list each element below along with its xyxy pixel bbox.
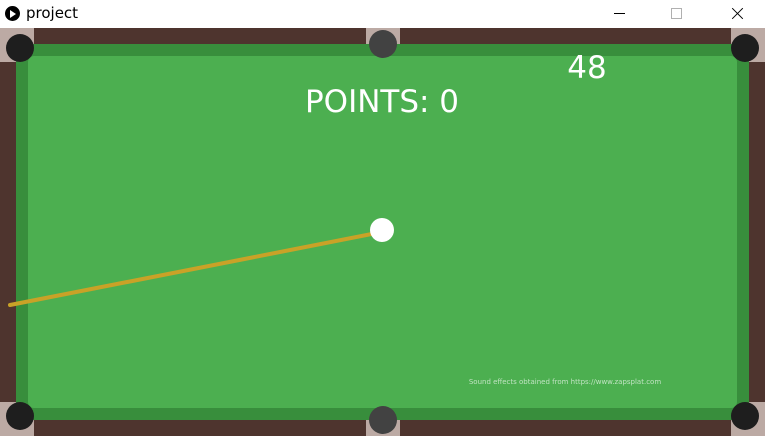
pocket-top-left (6, 34, 34, 62)
pocket-bottom-middle (369, 406, 397, 434)
pocket-bottom-left (6, 402, 34, 430)
minimize-button[interactable] (597, 0, 643, 28)
sound-credit: Sound effects obtained from https://www.… (469, 378, 661, 386)
game-canvas[interactable]: POINTS: 0 48 Sound effects obtained from… (0, 28, 765, 436)
pool-table[interactable]: POINTS: 0 48 Sound effects obtained from… (0, 28, 765, 436)
pocket-top-middle (369, 30, 397, 58)
pocket-bottom-right (731, 402, 759, 430)
play-circle-icon (5, 6, 20, 21)
pocket-top-right (731, 34, 759, 62)
title-bar[interactable]: project (0, 0, 765, 28)
cue-ball[interactable] (370, 218, 394, 242)
game-window: project POINTS: 0 48 Sound effects obtai… (0, 0, 765, 436)
window-title: project (26, 4, 79, 22)
points-label: POINTS: 0 (305, 84, 459, 120)
close-button[interactable] (713, 0, 759, 28)
timer-display: 48 (567, 50, 606, 86)
maximize-button[interactable] (653, 0, 699, 28)
